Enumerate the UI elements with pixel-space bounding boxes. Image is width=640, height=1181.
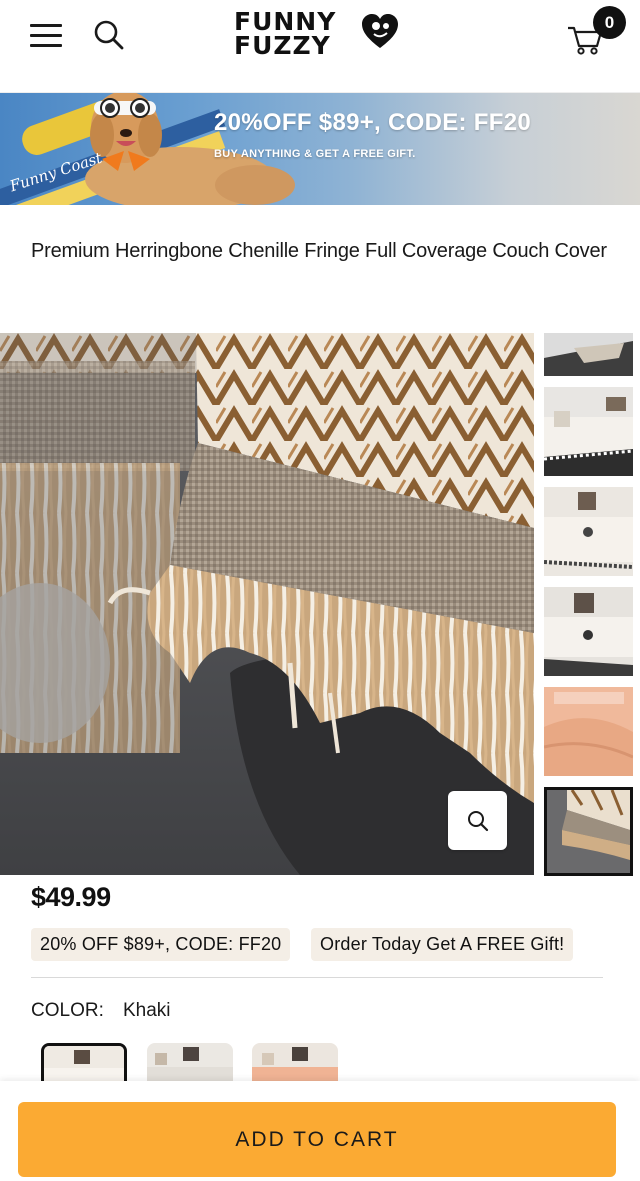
- menu-icon[interactable]: [30, 22, 62, 48]
- product-title: Premium Herringbone Chenille Fringe Full…: [31, 240, 607, 262]
- promo-tag-free-gift: Order Today Get A FREE Gift!: [311, 928, 574, 961]
- product-thumbnail-4[interactable]: [544, 587, 633, 676]
- heart-logo-icon: [362, 14, 398, 48]
- product-thumbnail-6[interactable]: [544, 787, 633, 876]
- color-swatch-khaki[interactable]: [41, 1043, 127, 1081]
- color-swatch-pink[interactable]: [252, 1043, 338, 1081]
- zoom-icon: [467, 810, 488, 831]
- promo-tag-discount: 20% OFF $89+, CODE: FF20: [31, 928, 291, 961]
- search-icon[interactable]: [92, 18, 126, 52]
- sticky-cart-bar: ADD TO CART: [0, 1081, 640, 1181]
- banner-subtitle: BUY ANYTHING & GET A FREE GIFT.: [214, 148, 416, 160]
- cart-count-badge[interactable]: 0: [593, 6, 626, 39]
- product-thumbnail-3[interactable]: [544, 487, 633, 576]
- divider: [31, 977, 603, 978]
- product-price: $49.99: [31, 882, 111, 912]
- product-thumbnail-1[interactable]: [544, 333, 633, 376]
- site-header: FUNNY FUZZY 0: [0, 0, 640, 93]
- color-value: Khaki: [123, 1000, 171, 1021]
- product-thumbnail-5[interactable]: [544, 687, 633, 776]
- main-product-image[interactable]: [0, 333, 534, 875]
- color-label: COLOR:: [31, 1000, 104, 1021]
- site-logo[interactable]: FUNNY FUZZY: [234, 9, 404, 66]
- promo-banner[interactable]: Funny Coast 20%OFF $89+, CODE: FF20 BUY …: [0, 93, 640, 205]
- color-swatch-grey[interactable]: [147, 1043, 233, 1081]
- add-to-cart-button[interactable]: ADD TO CART: [18, 1102, 616, 1177]
- banner-title: 20%OFF $89+, CODE: FF20: [214, 109, 532, 136]
- zoom-button[interactable]: [448, 791, 507, 850]
- product-thumbnail-2[interactable]: [544, 387, 633, 476]
